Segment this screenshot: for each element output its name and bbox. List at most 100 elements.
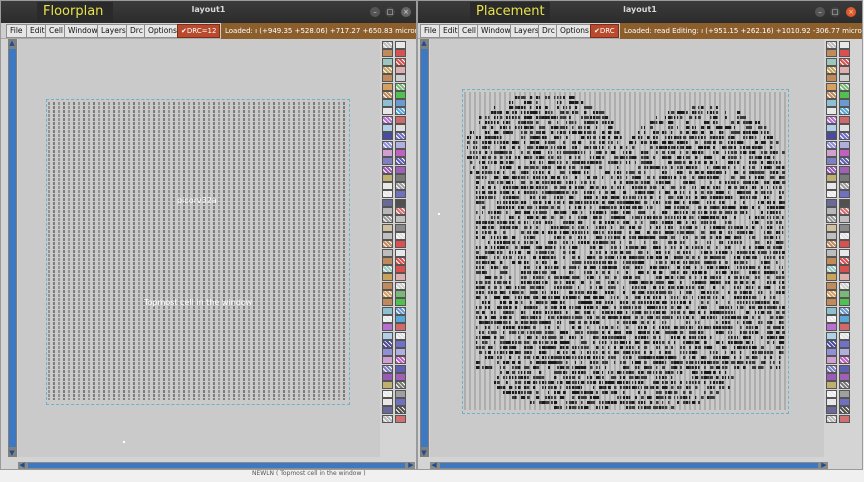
layer-swatch-icon[interactable]	[839, 165, 850, 174]
layer-swatch-icon[interactable]	[839, 281, 850, 290]
layer-swatch-icon[interactable]	[382, 99, 393, 108]
layer-swatch-icon[interactable]	[839, 132, 850, 141]
layer-swatch-icon[interactable]	[395, 348, 406, 357]
layer-swatch-icon[interactable]	[395, 99, 406, 108]
layer-swatch-icon[interactable]	[395, 207, 406, 215]
layer-swatch-icon[interactable]	[839, 99, 850, 108]
layer-swatch-icon[interactable]	[826, 389, 837, 398]
layer-swatch-icon[interactable]	[395, 223, 406, 232]
layer-swatch-icon[interactable]	[826, 273, 837, 282]
layer-swatch-icon[interactable]	[826, 356, 837, 365]
layer-swatch-icon[interactable]	[382, 281, 393, 290]
layer-swatch-icon[interactable]	[826, 248, 837, 257]
layer-swatch-icon[interactable]	[395, 148, 406, 157]
layer-swatch-icon[interactable]	[826, 49, 837, 58]
menu-file[interactable]: File	[420, 24, 441, 38]
drc-indicator[interactable]: ✔DRC	[590, 24, 619, 38]
layer-swatch-icon[interactable]	[395, 256, 406, 265]
layer-swatch-icon[interactable]	[826, 173, 837, 182]
scroll-thumb[interactable]	[421, 49, 428, 447]
layer-swatch-icon[interactable]	[839, 256, 850, 265]
maximize-icon[interactable]: □	[830, 7, 840, 17]
layer-swatch-icon[interactable]	[839, 82, 850, 91]
layer-swatch-icon[interactable]	[839, 41, 850, 49]
layer-swatch-icon[interactable]	[382, 49, 393, 58]
layer-swatch-icon[interactable]	[395, 339, 406, 348]
layer-swatch-icon[interactable]	[839, 414, 850, 423]
scroll-right-icon[interactable]: ▶	[820, 461, 828, 469]
layer-swatch-icon[interactable]	[826, 90, 837, 99]
layer-swatch-icon[interactable]	[839, 74, 850, 83]
layer-swatch-icon[interactable]	[826, 165, 837, 174]
layer-swatch-icon[interactable]	[382, 373, 393, 381]
scroll-right-icon[interactable]: ▶	[407, 461, 415, 469]
menu-window[interactable]: Window	[477, 24, 515, 38]
layer-swatch-icon[interactable]	[395, 173, 406, 182]
layer-swatch-icon[interactable]	[382, 323, 393, 332]
layer-swatch-icon[interactable]	[395, 231, 406, 240]
layer-swatch-icon[interactable]	[839, 406, 850, 415]
layer-swatch-icon[interactable]	[395, 364, 406, 373]
layer-swatch-icon[interactable]	[382, 82, 393, 91]
layer-swatch-icon[interactable]	[382, 331, 393, 340]
layer-swatch-icon[interactable]	[839, 240, 850, 249]
layer-swatch-icon[interactable]	[395, 373, 406, 381]
layer-swatch-icon[interactable]	[839, 331, 850, 340]
layer-swatch-icon[interactable]	[826, 290, 837, 298]
layer-swatch-icon[interactable]	[839, 215, 850, 224]
layer-swatch-icon[interactable]	[826, 256, 837, 265]
layer-swatch-icon[interactable]	[382, 231, 393, 240]
minimize-icon[interactable]: –	[815, 7, 825, 17]
layer-swatch-icon[interactable]	[382, 248, 393, 257]
layer-swatch-icon[interactable]	[382, 124, 393, 132]
layer-swatch-icon[interactable]	[395, 49, 406, 58]
layer-swatch-icon[interactable]	[395, 290, 406, 298]
layer-swatch-icon[interactable]	[395, 182, 406, 191]
layer-swatch-icon[interactable]	[382, 198, 393, 207]
layer-swatch-icon[interactable]	[382, 107, 393, 116]
layer-swatch-icon[interactable]	[839, 148, 850, 157]
close-icon[interactable]: ×	[401, 7, 411, 17]
layer-swatch-icon[interactable]	[826, 74, 837, 83]
layer-swatch-icon[interactable]	[382, 364, 393, 373]
layer-swatch-icon[interactable]	[395, 381, 406, 390]
layer-swatch-icon[interactable]	[395, 140, 406, 149]
layer-swatch-icon[interactable]	[382, 223, 393, 232]
vertical-scrollbar[interactable]: ▲ ▼	[420, 39, 429, 457]
layer-swatch-icon[interactable]	[382, 273, 393, 282]
layer-swatch-icon[interactable]	[382, 240, 393, 249]
menu-options[interactable]: Options	[556, 24, 593, 38]
layer-swatch-icon[interactable]	[839, 364, 850, 373]
layer-swatch-icon[interactable]	[395, 248, 406, 257]
scroll-down-icon[interactable]: ▼	[8, 449, 16, 457]
layer-swatch-icon[interactable]	[826, 223, 837, 232]
menu-window[interactable]: Window	[64, 24, 102, 38]
layer-swatch-icon[interactable]	[382, 157, 393, 166]
layer-swatch-icon[interactable]	[395, 82, 406, 91]
layer-swatch-icon[interactable]	[826, 157, 837, 166]
layer-swatch-icon[interactable]	[826, 115, 837, 124]
layer-swatch-icon[interactable]	[395, 414, 406, 423]
layer-swatch-icon[interactable]	[395, 240, 406, 249]
layer-swatch-icon[interactable]	[826, 373, 837, 381]
layer-swatch-icon[interactable]	[395, 389, 406, 398]
layer-swatch-icon[interactable]	[382, 397, 393, 406]
layer-swatch-icon[interactable]	[382, 207, 393, 215]
layer-swatch-icon[interactable]	[826, 132, 837, 141]
layer-swatch-icon[interactable]	[826, 107, 837, 116]
layer-swatch-icon[interactable]	[839, 373, 850, 381]
layer-swatch-icon[interactable]	[382, 90, 393, 99]
layer-swatch-icon[interactable]	[395, 356, 406, 365]
layer-swatch-icon[interactable]	[395, 74, 406, 83]
layer-swatch-icon[interactable]	[382, 148, 393, 157]
layer-swatch-icon[interactable]	[839, 182, 850, 191]
layer-swatch-icon[interactable]	[839, 314, 850, 323]
layer-swatch-icon[interactable]	[382, 140, 393, 149]
layer-swatch-icon[interactable]	[395, 41, 406, 49]
layer-swatch-icon[interactable]	[382, 115, 393, 124]
minimize-icon[interactable]: –	[370, 7, 380, 17]
layer-swatch-icon[interactable]	[382, 65, 393, 74]
layer-swatch-icon[interactable]	[826, 190, 837, 199]
layer-swatch-icon[interactable]	[382, 182, 393, 191]
layer-swatch-icon[interactable]	[382, 165, 393, 174]
